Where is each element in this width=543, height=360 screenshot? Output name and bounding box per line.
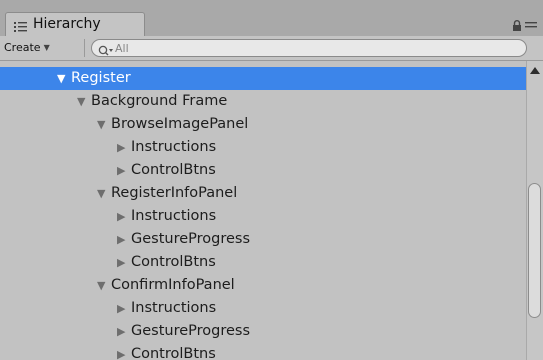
scrollbar-thumb[interactable] — [528, 183, 541, 318]
collapse-arrow-icon[interactable]: ▶ — [0, 136, 131, 159]
tree-row-label: GestureProgress — [131, 323, 251, 339]
collapse-arrow-icon[interactable]: ▶ — [0, 297, 131, 320]
search-input[interactable] — [115, 40, 495, 56]
search-icon — [98, 42, 113, 56]
tab-bar: Hierarchy — [0, 0, 543, 38]
tree-row[interactable]: ▶ ControlBtns — [0, 343, 526, 360]
tree-row-label: Instructions — [131, 300, 217, 316]
collapse-arrow-icon[interactable]: ▶ — [0, 205, 131, 228]
lock-icon[interactable] — [512, 20, 526, 34]
tree-row[interactable]: ▶ Instructions — [0, 297, 526, 320]
expand-arrow-icon[interactable]: ▼ — [0, 90, 91, 113]
tree-row[interactable]: ▼ RegisterInfoPanel — [0, 182, 526, 205]
hierarchy-tab[interactable]: Hierarchy — [5, 12, 145, 38]
tree-row[interactable]: ▶ Instructions — [0, 205, 526, 228]
expand-arrow-icon[interactable]: ▼ — [0, 182, 111, 205]
tree-row-label: Instructions — [131, 139, 217, 155]
tree-row[interactable]: ▼ Background Frame — [0, 90, 526, 113]
expand-arrow-icon[interactable]: ▼ — [0, 274, 111, 297]
tree-row-label: BrowseImagePanel — [111, 116, 249, 132]
tree-row-label: Background Frame — [91, 93, 228, 109]
tree-row-label: ControlBtns — [131, 346, 216, 360]
tree-row-label: ControlBtns — [131, 162, 216, 178]
tree-row-register[interactable]: ▼ Register — [0, 67, 526, 90]
tree-row[interactable]: ▶ ControlBtns — [0, 251, 526, 274]
tab-title: Hierarchy — [33, 16, 101, 32]
vertical-scrollbar[interactable] — [526, 61, 543, 360]
create-label: Create — [4, 41, 41, 54]
expand-arrow-icon[interactable]: ▼ — [0, 67, 71, 90]
tree-row-label: GestureProgress — [131, 231, 251, 247]
collapse-arrow-icon[interactable]: ▶ — [0, 343, 131, 360]
chevron-down-icon: ▼ — [43, 43, 50, 52]
tree-row-label: RegisterInfoPanel — [111, 185, 238, 201]
tree-row-label: ConfirmInfoPanel — [111, 277, 235, 293]
expand-arrow-icon[interactable]: ▼ — [0, 113, 111, 136]
tree-row[interactable]: ▶ GestureProgress — [0, 228, 526, 251]
panel-menu-icon[interactable] — [525, 21, 537, 34]
scroll-up-arrow-icon[interactable] — [530, 67, 540, 74]
tree-row[interactable]: ▶ Instructions — [0, 136, 526, 159]
tree-row[interactable]: ▶ GestureProgress — [0, 320, 526, 343]
tree-row-label: ControlBtns — [131, 254, 216, 270]
tree-row-label: Register — [71, 70, 131, 86]
tree-row[interactable]: ▶ ControlBtns — [0, 159, 526, 182]
clipped-row-above — [63, 61, 67, 65]
tab-tools[interactable] — [512, 20, 537, 34]
tree-row-label: Instructions — [131, 208, 217, 224]
search-field[interactable] — [91, 39, 527, 57]
collapse-arrow-icon[interactable]: ▶ — [0, 251, 131, 274]
toolbar-divider — [84, 39, 85, 57]
tree-row[interactable]: ▼ ConfirmInfoPanel — [0, 274, 526, 297]
collapse-arrow-icon[interactable]: ▶ — [0, 228, 131, 251]
collapse-arrow-icon[interactable]: ▶ — [0, 159, 131, 182]
hierarchy-toolbar: Create ▼ — [0, 36, 543, 61]
collapse-arrow-icon[interactable]: ▶ — [0, 320, 131, 343]
create-dropdown[interactable]: Create ▼ — [4, 40, 50, 56]
hierarchy-list-icon — [14, 18, 27, 32]
hierarchy-tree: ▼ Register ▼ Background Frame ▼ BrowseImage… — [0, 61, 526, 360]
tree-row[interactable]: ▼ BrowseImagePanel — [0, 113, 526, 136]
